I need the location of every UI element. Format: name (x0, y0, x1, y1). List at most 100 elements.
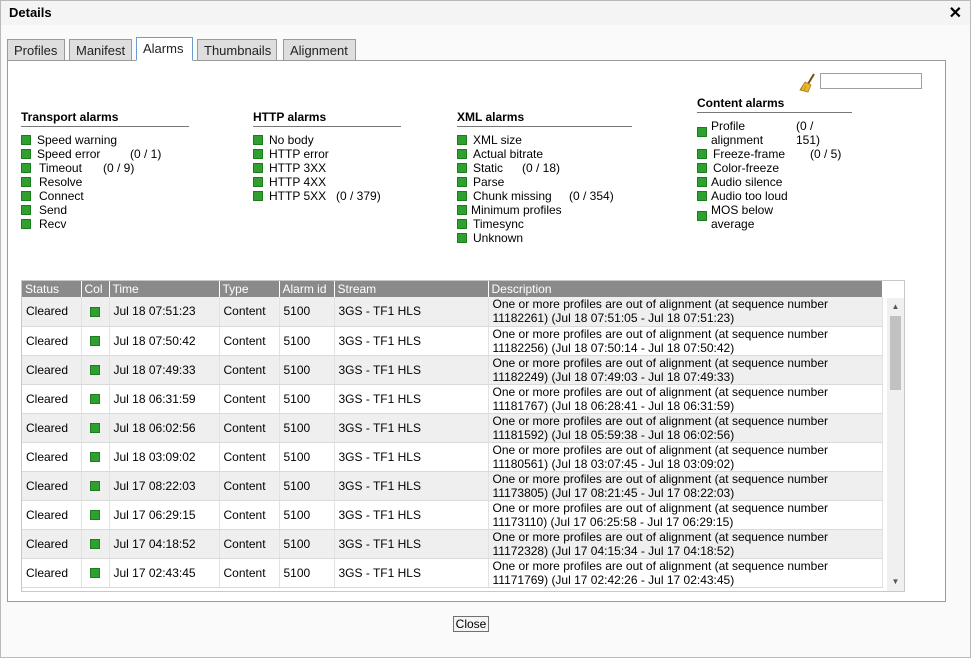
alarm-count: (0 / 18) (522, 161, 561, 175)
dialog-title: Details (9, 5, 52, 20)
table-row[interactable]: Cleared Jul 17 06:29:15 Content 5100 3GS… (22, 500, 883, 530)
alarm-recv: Recv (21, 217, 189, 231)
column-header-status[interactable]: Status (22, 281, 82, 297)
alarm-audio-silence: Audio silence (697, 175, 852, 189)
alarm-speed-error: Speed error (0 / 1) (21, 147, 189, 161)
alarm-http-5xx: HTTP 5XX (0 / 379) (253, 189, 401, 203)
tab-manifest[interactable]: Manifest (69, 39, 132, 61)
status-cell: Cleared (22, 413, 82, 443)
table-row[interactable]: Cleared Jul 18 06:02:56 Content 5100 3GS… (22, 413, 883, 443)
table-row[interactable]: Cleared Jul 17 04:18:52 Content 5100 3GS… (22, 529, 883, 559)
alarm-count: (0 / 379) (336, 189, 381, 203)
tab-alignment[interactable]: Alignment (283, 39, 356, 61)
status-square (21, 205, 31, 215)
status-color-swatch (89, 423, 100, 434)
alarm-http-4xx: HTTP 4XX (253, 175, 401, 189)
table-row[interactable]: Cleared Jul 17 08:22:03 Content 5100 3GS… (22, 471, 883, 501)
table-row[interactable]: Cleared Jul 18 03:09:02 Content 5100 3GS… (22, 442, 883, 472)
alarm-timeout: Timeout (0 / 9) (21, 161, 189, 175)
type-cell: Content (219, 558, 280, 588)
table-row[interactable]: Cleared Jul 18 07:50:42 Content 5100 3GS… (22, 326, 883, 356)
description-cell: One or more profiles are out of alignmen… (488, 413, 883, 443)
table-row[interactable]: Cleared Jul 18 07:51:23 Content 5100 3GS… (22, 297, 883, 327)
status-square (21, 177, 31, 187)
status-cell: Cleared (22, 384, 82, 414)
column-header-col[interactable]: Col (81, 281, 110, 297)
color-cell (81, 529, 110, 559)
color-cell (81, 500, 110, 530)
scroll-up-icon[interactable]: ▲ (887, 300, 904, 314)
color-cell (81, 558, 110, 588)
table-row[interactable]: Cleared Jul 17 02:43:45 Content 5100 3GS… (22, 558, 883, 588)
column-header-description[interactable]: Description (488, 281, 883, 297)
color-cell (81, 442, 110, 472)
column-header-alarm-id[interactable]: Alarm id (279, 281, 335, 297)
alarm-id-cell: 5100 (279, 558, 335, 588)
time-cell: Jul 18 07:51:23 (109, 297, 220, 327)
alarm-unknown: Unknown (457, 231, 632, 245)
alarm-count: (0 / 9) (103, 161, 135, 175)
alarm-audio-too-loud: Audio too loud (697, 189, 852, 203)
description-cell: One or more profiles are out of alignmen… (488, 326, 883, 356)
time-cell: Jul 18 07:49:33 (109, 355, 220, 385)
stream-cell: 3GS - TF1 HLS (334, 529, 489, 559)
description-cell: One or more profiles are out of alignmen… (488, 500, 883, 530)
status-color-swatch (89, 481, 100, 492)
scroll-down-icon[interactable]: ▼ (887, 575, 904, 589)
column-header-time[interactable]: Time (109, 281, 220, 297)
description-cell: One or more profiles are out of alignmen… (488, 442, 883, 472)
stream-cell: 3GS - TF1 HLS (334, 442, 489, 472)
filter-input[interactable] (820, 73, 922, 89)
time-cell: Jul 17 08:22:03 (109, 471, 220, 501)
time-cell: Jul 18 07:50:42 (109, 326, 220, 356)
alarm-chunk-missing: Chunk missing (0 / 354) (457, 189, 632, 203)
xml-alarms-group: XML alarms XML size Actual bitrate Stati… (457, 110, 632, 245)
alarms-panel: Transport alarms Speed warning Speed err… (7, 60, 946, 602)
alarm-id-cell: 5100 (279, 500, 335, 530)
stream-cell: 3GS - TF1 HLS (334, 384, 489, 414)
status-color-swatch (89, 336, 100, 347)
time-cell: Jul 18 03:09:02 (109, 442, 220, 472)
status-square (457, 163, 467, 173)
scroll-thumb[interactable] (890, 316, 901, 390)
type-cell: Content (219, 500, 280, 530)
alarm-id-cell: 5100 (279, 326, 335, 356)
tab-thumbnails[interactable]: Thumbnails (197, 39, 277, 61)
status-cell: Cleared (22, 297, 82, 327)
alarm-minimum-profiles: Minimum profiles (457, 203, 632, 217)
stream-cell: 3GS - TF1 HLS (334, 471, 489, 501)
content-alarms-group: Content alarms Profile alignment (0 / 151… (697, 96, 852, 231)
status-square (697, 211, 707, 221)
stream-cell: 3GS - TF1 HLS (334, 355, 489, 385)
close-button[interactable]: Close (453, 616, 489, 632)
status-cell: Cleared (22, 326, 82, 356)
color-cell (81, 471, 110, 501)
stream-cell: 3GS - TF1 HLS (334, 500, 489, 530)
alarm-send: Send (21, 203, 189, 217)
stream-cell: 3GS - TF1 HLS (334, 297, 489, 327)
table-row[interactable]: Cleared Jul 18 07:49:33 Content 5100 3GS… (22, 355, 883, 385)
status-square (697, 191, 707, 201)
status-square (253, 191, 263, 201)
column-header-stream[interactable]: Stream (334, 281, 489, 297)
alarm-resolve: Resolve (21, 175, 189, 189)
table-row[interactable]: Cleared Jul 18 06:31:59 Content 5100 3GS… (22, 384, 883, 414)
status-square (253, 177, 263, 187)
status-color-swatch (89, 307, 100, 318)
description-cell: One or more profiles are out of alignmen… (488, 297, 883, 327)
color-cell (81, 355, 110, 385)
alarm-connect: Connect (21, 189, 189, 203)
color-cell (81, 413, 110, 443)
close-icon[interactable]: ✕ (949, 3, 962, 23)
description-cell: One or more profiles are out of alignmen… (488, 384, 883, 414)
table-scrollbar[interactable]: ▲ ▼ (887, 298, 904, 591)
alarm-id-cell: 5100 (279, 529, 335, 559)
tab-alarms[interactable]: Alarms (136, 37, 193, 61)
status-color-swatch (89, 539, 100, 550)
column-header-type[interactable]: Type (219, 281, 280, 297)
broom-icon[interactable] (799, 73, 817, 93)
tab-profiles[interactable]: Profiles (7, 39, 65, 61)
status-square (457, 219, 467, 229)
alarm-table-container: Status Col Time Type Alarm id Stream Des… (21, 280, 905, 592)
alarm-id-cell: 5100 (279, 355, 335, 385)
